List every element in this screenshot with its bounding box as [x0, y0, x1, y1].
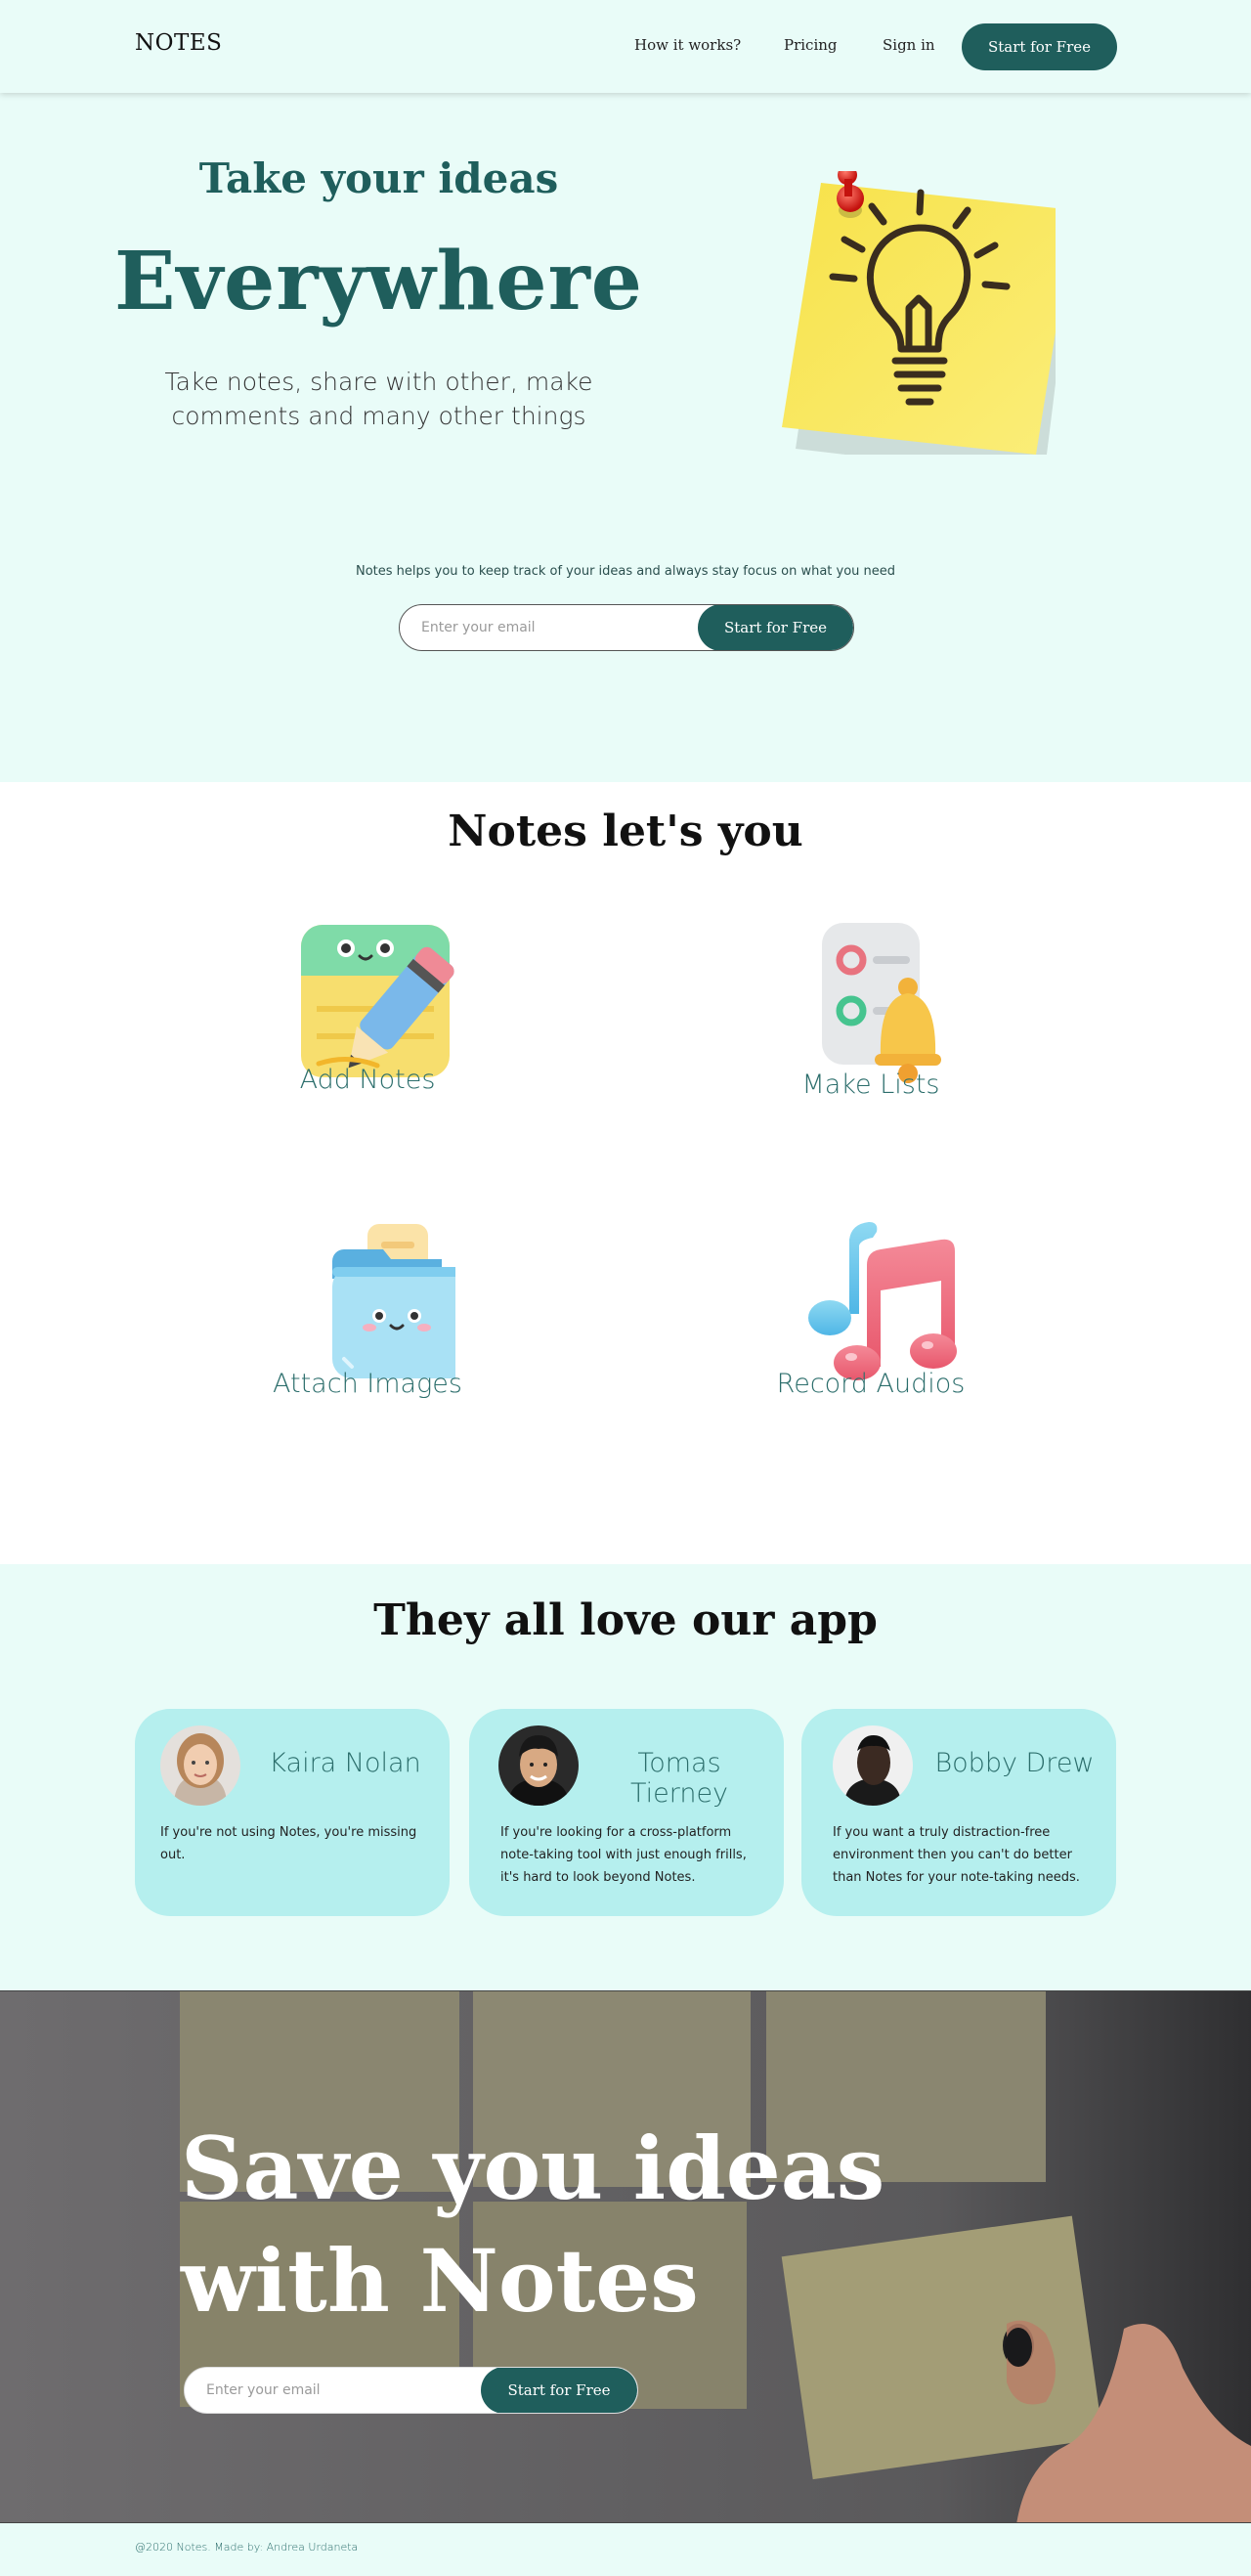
nav-start-free-button[interactable]: Start for Free — [962, 23, 1117, 70]
cta-start-free-button[interactable]: Start for Free — [481, 2368, 637, 2413]
hero-email-input[interactable] — [400, 605, 698, 650]
hero-kicker: Take your ideas — [198, 154, 559, 202]
testimonial-name: Tomas Tierney — [629, 1748, 729, 1809]
testimonial-quote: If you're not using Notes, you're missin… — [160, 1825, 417, 1862]
cta-section: Save you ideas with Notes Start for Free — [0, 1990, 1251, 2523]
testimonials-section: They all love our app Kaira Nolan If you… — [0, 1564, 1251, 1990]
cta-title-line1: Save you ideas — [181, 2118, 885, 2219]
avatar — [833, 1725, 913, 1806]
notepad-pencil-icon — [301, 925, 454, 1077]
testimonial-card: Bobby Drew If you want a truly distracti… — [801, 1709, 1116, 1916]
testimonial-name: Bobby Drew — [934, 1748, 1095, 1778]
feature-attach-images[interactable]: Attach Images — [240, 1220, 495, 1411]
testimonial-quote: If you want a truly distraction-free env… — [833, 1825, 1080, 1885]
features-section: Notes let's you Add Notes Make Lists Att… — [0, 782, 1251, 1564]
testimonial-card: Kaira Nolan If you're not using Notes, y… — [135, 1709, 450, 1916]
feature-record-audios[interactable]: Record Audios — [744, 1220, 998, 1411]
hero-note: Notes helps you to keep track of your id… — [355, 564, 896, 579]
nav-link-pricing[interactable]: Pricing — [784, 36, 838, 54]
hero-start-free-button[interactable]: Start for Free — [698, 605, 853, 650]
hero-subtitle: Take notes, share with other, make comme… — [164, 368, 593, 430]
sticky-note-lightbulb-icon — [782, 171, 1056, 455]
features-title: Notes let's you — [448, 807, 803, 856]
hero-title: Everywhere — [114, 235, 643, 328]
testimonial-quote: If you're looking for a cross-platform n… — [500, 1825, 747, 1885]
feature-label-make-lists: Make Lists — [801, 1070, 940, 1100]
feature-make-lists[interactable]: Make Lists — [744, 921, 998, 1112]
checklist-bell-icon — [822, 923, 941, 1083]
testimonial-card: Tomas Tierney If you're looking for a cr… — [469, 1709, 784, 1916]
cta-title: Save you ideas with Notes — [181, 2113, 884, 2337]
folder-icon — [332, 1224, 455, 1378]
avatar — [498, 1725, 579, 1806]
music-notes-icon — [808, 1222, 957, 1380]
testimonial-name: Kaira Nolan — [269, 1748, 421, 1778]
cta-email-input[interactable] — [185, 2368, 481, 2413]
top-navbar: NOTES How it works? Pricing Sign in Star… — [0, 0, 1251, 93]
logo[interactable]: NOTES — [135, 30, 222, 56]
nav-link-sign-in[interactable]: Sign in — [883, 36, 935, 54]
avatar — [160, 1725, 240, 1806]
feature-label-attach-images: Attach Images — [273, 1369, 462, 1399]
feature-add-notes[interactable]: Add Notes — [240, 921, 495, 1107]
footer-copyright: @2020 Notes. Made by: Andrea Urdaneta — [135, 2541, 359, 2554]
testimonials-title: They all love our app — [373, 1595, 878, 1645]
hero-section: Take your ideas Everywhere Take notes, s… — [0, 93, 1251, 782]
nav-link-how-it-works[interactable]: How it works? — [634, 36, 741, 54]
feature-label-add-notes: Add Notes — [299, 1065, 436, 1095]
feature-label-record-audios: Record Audios — [776, 1369, 966, 1399]
cta-title-line2: with Notes — [181, 2230, 699, 2332]
footer: @2020 Notes. Made by: Andrea Urdaneta — [0, 2523, 1251, 2576]
cta-email-form: Start for Free — [184, 2367, 638, 2414]
hero-email-form: Start for Free — [399, 604, 854, 651]
